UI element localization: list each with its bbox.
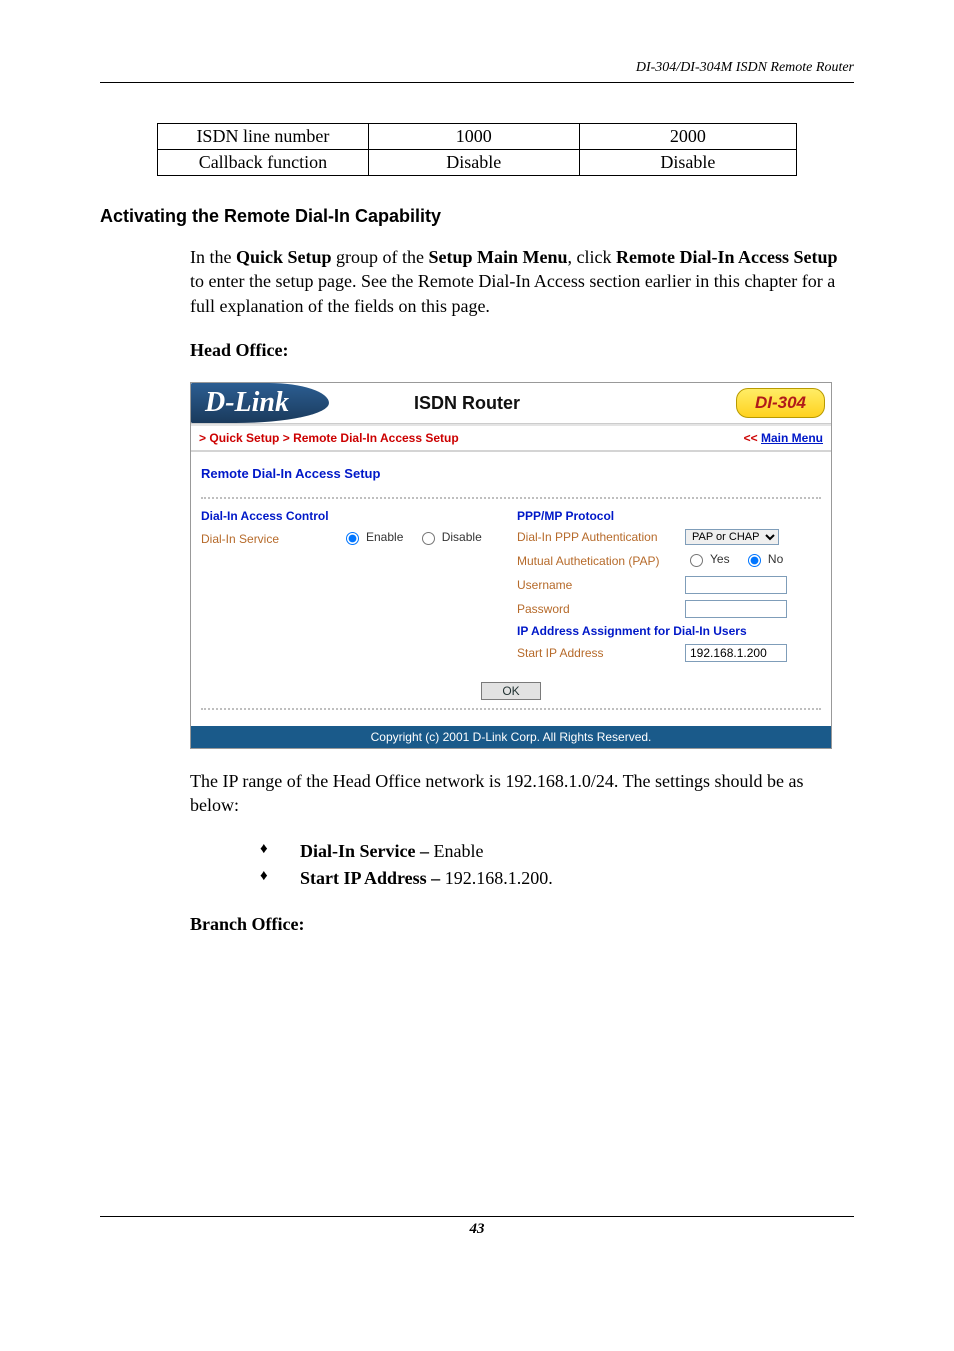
text-bold: Start IP Address – xyxy=(300,868,445,888)
branch-office-label: Branch Office: xyxy=(190,912,844,936)
table-cell: Disable xyxy=(368,150,579,176)
router-body: Remote Dial-In Access Setup Dial-In Acce… xyxy=(191,452,831,726)
radio-label: No xyxy=(768,552,783,566)
auth-select[interactable]: PAP or CHAP xyxy=(685,529,779,545)
right-subtitle: PPP/MP Protocol xyxy=(517,509,821,523)
text-bold: Dial-In Service – xyxy=(300,841,433,861)
text-bold: Setup Main Menu xyxy=(429,247,568,267)
head-office-label: Head Office: xyxy=(190,338,844,362)
page-number: 43 xyxy=(100,1221,854,1238)
model-badge: DI-304 xyxy=(736,388,825,418)
router-ui: D-Link ISDN Router DI-304 > Quick Setup … xyxy=(190,382,832,749)
start-ip-field[interactable] xyxy=(685,644,787,662)
dlink-logo: D-Link xyxy=(191,383,364,423)
text: , click xyxy=(568,247,616,267)
footer-rule xyxy=(100,1216,854,1217)
isdn-table: ISDN line number 1000 2000 Callback func… xyxy=(157,123,797,176)
page-footer: 43 xyxy=(100,1216,854,1238)
password-label: Password xyxy=(517,602,685,616)
router-title: ISDN Router xyxy=(364,393,736,414)
table-row: ISDN line number 1000 2000 xyxy=(158,124,797,150)
text: to enter the setup page. See the Remote … xyxy=(190,271,835,315)
header-rule xyxy=(100,82,854,83)
auth-label: Dial-In PPP Authentication xyxy=(517,530,685,544)
table-cell: ISDN line number xyxy=(158,124,369,150)
dial-in-service-label: Dial-In Service xyxy=(201,532,341,546)
menu-arrow: << xyxy=(744,431,758,445)
router-footer: Copyright (c) 2001 D-Link Corp. All Righ… xyxy=(191,726,831,748)
radio-input[interactable] xyxy=(748,554,761,567)
text: Enable xyxy=(433,841,483,861)
left-subtitle: Dial-In Access Control xyxy=(201,509,505,523)
username-label: Username xyxy=(517,578,685,592)
pap-label: Mutual Authetication (PAP) xyxy=(517,554,685,568)
intro-paragraph: In the Quick Setup group of the Setup Ma… xyxy=(190,245,844,318)
radio-label: Disable xyxy=(442,530,482,544)
table-cell: Disable xyxy=(579,150,796,176)
page-header: DI-304/DI-304M ISDN Remote Router xyxy=(100,60,854,76)
crumb-item: Remote Dial-In Access Setup xyxy=(293,431,459,445)
ip-title: IP Address Assignment for Dial-In Users xyxy=(517,624,821,638)
col-left: Dial-In Access Control Dial-In Service E… xyxy=(201,509,505,668)
text: In the xyxy=(190,247,236,267)
table-cell: 2000 xyxy=(579,124,796,150)
divider xyxy=(201,708,821,710)
router-section-title: Remote Dial-In Access Setup xyxy=(201,466,821,481)
radio-yes[interactable]: Yes xyxy=(685,551,730,567)
start-ip-label: Start IP Address xyxy=(517,646,685,660)
list-item: Start IP Address – 192.168.1.200. xyxy=(260,865,844,892)
table-cell: Callback function xyxy=(158,150,369,176)
radio-input[interactable] xyxy=(346,532,359,545)
table-cell: 1000 xyxy=(368,124,579,150)
radio-no[interactable]: No xyxy=(743,551,783,567)
section-heading: Activating the Remote Dial-In Capability xyxy=(100,206,854,227)
list-item: Dial-In Service – Enable xyxy=(260,838,844,865)
radio-label: Yes xyxy=(710,552,730,566)
password-field[interactable] xyxy=(685,600,787,618)
radio-label: Enable xyxy=(366,530,403,544)
radio-input[interactable] xyxy=(422,532,435,545)
ok-button[interactable]: OK xyxy=(481,682,540,700)
breadcrumb: > Quick Setup > Remote Dial-In Access Se… xyxy=(191,424,831,452)
radio-enable[interactable]: Enable xyxy=(341,529,403,545)
text: group of the xyxy=(332,247,429,267)
text-bold: Remote Dial-In Access Setup xyxy=(616,247,837,267)
router-header: D-Link ISDN Router DI-304 xyxy=(191,383,831,424)
ip-paragraph: The IP range of the Head Office network … xyxy=(190,769,844,818)
settings-list: Dial-In Service – Enable Start IP Addres… xyxy=(260,838,844,892)
crumb-sep: > xyxy=(283,431,290,445)
text-bold: Quick Setup xyxy=(236,247,332,267)
table-row: Callback function Disable Disable xyxy=(158,150,797,176)
text: 192.168.1.200. xyxy=(445,868,553,888)
radio-disable[interactable]: Disable xyxy=(417,529,482,545)
crumb-sep: > xyxy=(199,431,206,445)
username-field[interactable] xyxy=(685,576,787,594)
main-menu-link[interactable]: Main Menu xyxy=(761,431,823,445)
radio-input[interactable] xyxy=(690,554,703,567)
logo-text: D-Link xyxy=(191,383,329,423)
col-right: PPP/MP Protocol Dial-In PPP Authenticati… xyxy=(517,509,821,668)
document-page: DI-304/DI-304M ISDN Remote Router ISDN l… xyxy=(0,0,954,1278)
crumb-item: Quick Setup xyxy=(209,431,279,445)
divider xyxy=(201,497,821,499)
